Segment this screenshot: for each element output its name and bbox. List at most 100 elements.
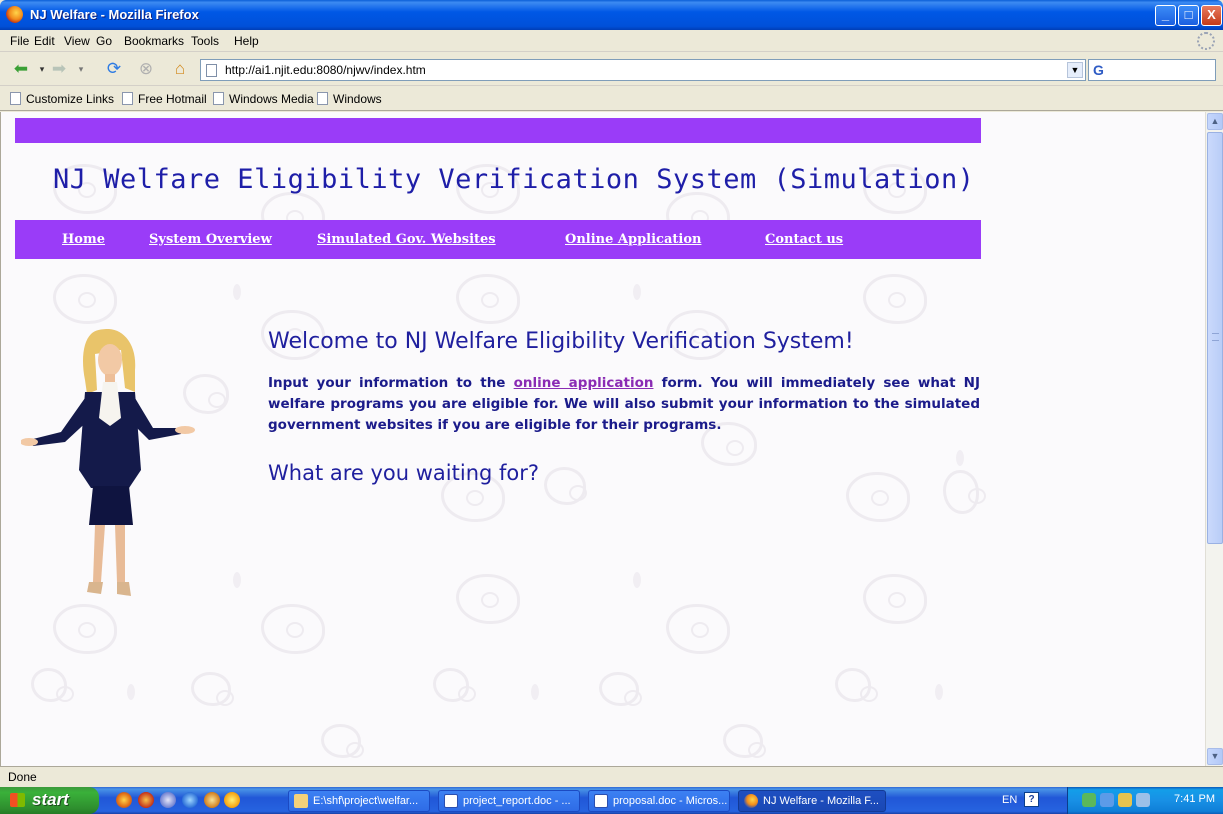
browser-window: NJ Welfare - Mozilla Firefox _ □ X File … bbox=[0, 0, 1223, 814]
stop-icon[interactable]: ⊗ bbox=[135, 59, 157, 79]
search-box[interactable]: G bbox=[1088, 59, 1216, 81]
taskbar-item-proposal[interactable]: proposal.doc - Micros... bbox=[588, 790, 730, 812]
word-doc-icon bbox=[594, 794, 608, 808]
start-label: start bbox=[32, 790, 69, 809]
flower-decoration bbox=[456, 274, 520, 324]
intro-paragraph: Input your information to the online app… bbox=[268, 373, 980, 436]
bookmark-customize-links[interactable]: Customize Links bbox=[10, 92, 114, 106]
throbber-icon bbox=[1197, 32, 1215, 50]
online-application-link[interactable]: online application bbox=[514, 375, 654, 391]
start-button[interactable]: start bbox=[0, 787, 99, 814]
menu-view[interactable]: View bbox=[64, 34, 90, 48]
help-icon[interactable]: ? bbox=[1024, 792, 1039, 807]
scrollbar-thumb[interactable] bbox=[1207, 132, 1223, 544]
intro-text-before: Input your information to the bbox=[268, 375, 514, 391]
flower-decoration bbox=[863, 274, 927, 324]
firefox-icon bbox=[6, 6, 23, 23]
back-icon[interactable]: ⬅ bbox=[10, 59, 32, 79]
forward-icon[interactable]: ➡ bbox=[48, 59, 70, 79]
businesswoman-illustration bbox=[21, 329, 195, 596]
clock: 7:41 PM bbox=[1174, 793, 1215, 805]
messenger-tray-icon[interactable] bbox=[1136, 793, 1150, 807]
flower-decoration bbox=[31, 668, 74, 702]
navigation-toolbar: ⬅ ▾ ➡ ▾ ⟳ ⊗ ⌂ http://ai1.njit.edu:8080/n… bbox=[0, 53, 1223, 86]
page-icon bbox=[206, 64, 217, 77]
windows-flag-icon bbox=[10, 793, 25, 807]
scrollbar-grip-icon bbox=[1212, 333, 1219, 341]
status-text: Done bbox=[8, 770, 37, 784]
petal-decoration bbox=[935, 684, 943, 700]
vertical-scrollbar[interactable]: ▲ ▼ bbox=[1205, 112, 1223, 766]
nav-link-contact-us[interactable]: Contact us bbox=[765, 232, 843, 247]
tool-quicklaunch-icon[interactable] bbox=[204, 792, 220, 808]
monitor-icon[interactable] bbox=[1100, 793, 1114, 807]
menu-edit[interactable]: Edit bbox=[34, 34, 55, 48]
page-content: NJ Welfare Eligibility Verification Syst… bbox=[0, 112, 1205, 766]
menu-bookmarks[interactable]: Bookmarks bbox=[124, 34, 184, 48]
taskbar-item-label: NJ Welfare - Mozilla F... bbox=[763, 795, 879, 807]
bookmark-windows[interactable]: Windows bbox=[317, 92, 382, 106]
messenger-quicklaunch-icon[interactable] bbox=[160, 792, 176, 808]
folder-icon bbox=[294, 794, 308, 808]
flower-decoration bbox=[261, 604, 325, 654]
flower-decoration bbox=[53, 604, 117, 654]
petal-decoration bbox=[531, 684, 539, 700]
flower-decoration bbox=[53, 274, 117, 324]
nav-link-online-application[interactable]: Online Application bbox=[565, 232, 701, 247]
top-purple-band bbox=[15, 118, 981, 143]
firefox-icon bbox=[744, 794, 758, 808]
word-doc-icon bbox=[444, 794, 458, 808]
firefox-quicklaunch-icon[interactable] bbox=[116, 792, 132, 808]
taskbar-item-explorer[interactable]: E:\shf\project\welfar... bbox=[288, 790, 430, 812]
nav-link-home[interactable]: Home bbox=[62, 232, 105, 247]
scroll-down-icon[interactable]: ▼ bbox=[1207, 748, 1223, 765]
page-title: NJ Welfare Eligibility Verification Syst… bbox=[53, 164, 975, 195]
menu-go[interactable]: Go bbox=[96, 34, 112, 48]
menu-tools[interactable]: Tools bbox=[191, 34, 219, 48]
media-quicklaunch-icon[interactable] bbox=[138, 792, 154, 808]
petal-decoration bbox=[233, 572, 241, 588]
taskbar-item-project-report[interactable]: project_report.doc - ... bbox=[438, 790, 580, 812]
forward-dropdown-icon[interactable]: ▾ bbox=[70, 59, 92, 79]
window-title: NJ Welfare - Mozilla Firefox bbox=[30, 7, 199, 22]
petal-decoration bbox=[956, 450, 964, 466]
language-indicator[interactable]: EN bbox=[1002, 794, 1017, 806]
minimize-button[interactable]: _ bbox=[1155, 5, 1176, 26]
menu-bar: File Edit View Go Bookmarks Tools Help bbox=[0, 30, 1223, 52]
title-bar[interactable]: NJ Welfare - Mozilla Firefox _ □ X bbox=[0, 0, 1223, 30]
bookmark-label: Customize Links bbox=[26, 92, 115, 106]
google-search-icon[interactable]: G bbox=[1093, 62, 1104, 78]
close-button[interactable]: X bbox=[1201, 5, 1222, 26]
taskbar-item-label: E:\shf\project\welfar... bbox=[313, 795, 419, 807]
bookmark-label: Free Hotmail bbox=[138, 92, 207, 106]
url-dropdown-icon[interactable]: ▼ bbox=[1067, 62, 1083, 78]
taskbar-item-firefox[interactable]: NJ Welfare - Mozilla F... bbox=[738, 790, 886, 812]
flower-decoration bbox=[321, 724, 364, 758]
bookmark-windows-media[interactable]: Windows Media bbox=[213, 92, 314, 106]
flower-decoration bbox=[599, 672, 642, 706]
flower-decoration bbox=[433, 668, 476, 702]
menu-file[interactable]: File bbox=[10, 34, 29, 48]
address-bar[interactable]: http://ai1.njit.edu:8080/njwv/index.htm … bbox=[200, 59, 1086, 81]
welcome-heading: Welcome to NJ Welfare Eligibility Verifi… bbox=[268, 329, 854, 354]
system-tray: 7:41 PM bbox=[1067, 787, 1223, 814]
taskbar-item-label: proposal.doc - Micros... bbox=[613, 795, 728, 807]
menu-help[interactable]: Help bbox=[234, 34, 259, 48]
nav-link-simulated-gov-websites[interactable]: Simulated Gov. Websites bbox=[317, 232, 496, 247]
scroll-up-icon[interactable]: ▲ bbox=[1207, 113, 1223, 130]
ie-quicklaunch-icon[interactable] bbox=[182, 792, 198, 808]
reload-icon[interactable]: ⟳ bbox=[103, 59, 125, 79]
petal-decoration bbox=[633, 572, 641, 588]
network-icon[interactable] bbox=[1082, 793, 1096, 807]
maximize-button[interactable]: □ bbox=[1178, 5, 1199, 26]
site-navigation: Home System Overview Simulated Gov. Webs… bbox=[15, 220, 981, 259]
flower-decoration bbox=[191, 672, 234, 706]
player-quicklaunch-icon[interactable] bbox=[224, 792, 240, 808]
petal-decoration bbox=[127, 684, 135, 700]
nav-link-system-overview[interactable]: System Overview bbox=[149, 232, 272, 247]
security-icon[interactable] bbox=[1118, 793, 1132, 807]
flower-decoration bbox=[544, 467, 587, 505]
home-icon[interactable]: ⌂ bbox=[169, 59, 191, 79]
taskbar: start E:\shf\project\welfar... project_r… bbox=[0, 787, 1223, 814]
bookmark-free-hotmail[interactable]: Free Hotmail bbox=[122, 92, 207, 106]
